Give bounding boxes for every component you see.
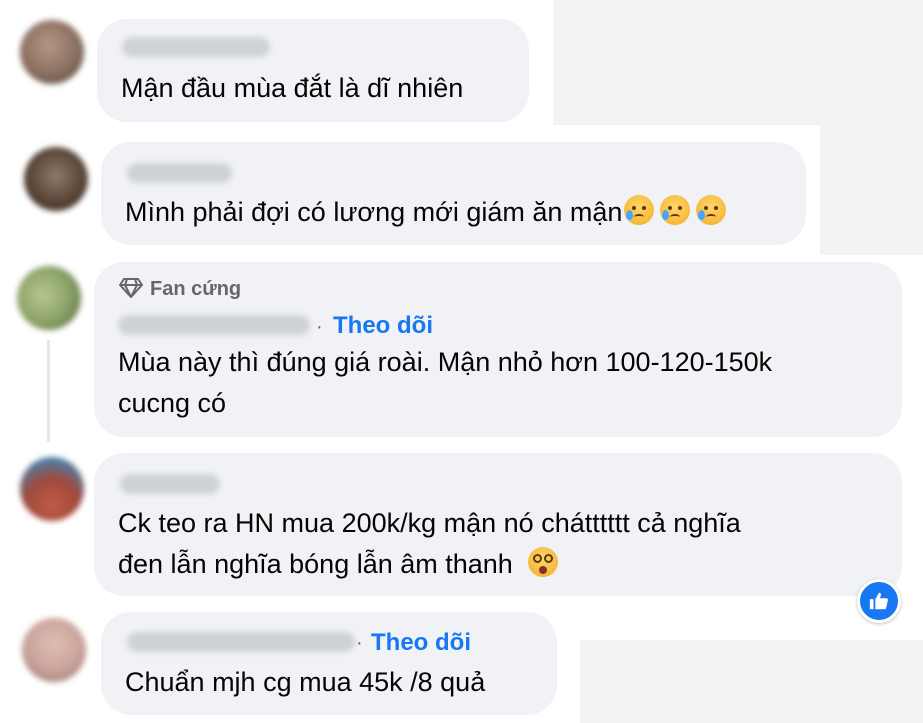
background-patch [580,640,923,723]
avatar[interactable] [17,266,81,330]
avatar[interactable] [24,147,88,211]
separator-dot: · [316,316,323,338]
thumbs-up-icon [869,592,888,610]
commenter-name-blurred[interactable] [118,315,310,335]
sad-tear-emoji [624,195,655,225]
avatar[interactable] [20,457,84,521]
separator-dot: · [356,632,363,654]
comment-text: Mận đầu mùa đắt là dĩ nhiên [121,73,464,103]
commenter-name-blurred[interactable] [122,37,270,57]
avatar[interactable] [22,618,86,682]
top-fan-badge: Fan cứng [150,278,242,300]
comment-text-body: Mình phải đợi có lương mới giám ăn mận [125,197,623,227]
follow-button[interactable]: Theo dõi [333,311,433,341]
comment-text-body: đen lẫn nghĩa bóng lẫn âm thanh [118,549,513,579]
comment-text-line: cucng có [118,388,227,418]
comment-text-line: Mùa này thì đúng giá roài. Mận nhỏ hơn 1… [118,347,773,377]
commenter-name-blurred[interactable] [127,163,232,183]
follow-button[interactable]: Theo dõi [371,628,471,658]
avatar[interactable] [20,20,84,84]
comment-text-line: Ck teo ra HN mua 200k/kg mận nó cháttttt… [118,508,741,538]
diamond-icon [119,278,143,298]
dizzy-face-emoji [528,547,559,577]
comment-text: Mình phải đợi có lương mới giám ăn mận [125,190,727,235]
sad-tear-emoji [660,195,691,225]
background-patch [553,0,923,125]
like-reaction-badge[interactable] [857,579,901,623]
sad-tear-emoji [696,195,727,225]
background-patch [820,125,923,255]
commenter-name-blurred[interactable] [127,632,355,652]
comment-text: Chuẩn mjh cg mua 45k /8 quả [125,667,486,697]
thread-line [47,340,50,442]
comment-text-line: đen lẫn nghĩa bóng lẫn âm thanh [118,542,559,587]
commenter-name-blurred[interactable] [120,474,220,494]
